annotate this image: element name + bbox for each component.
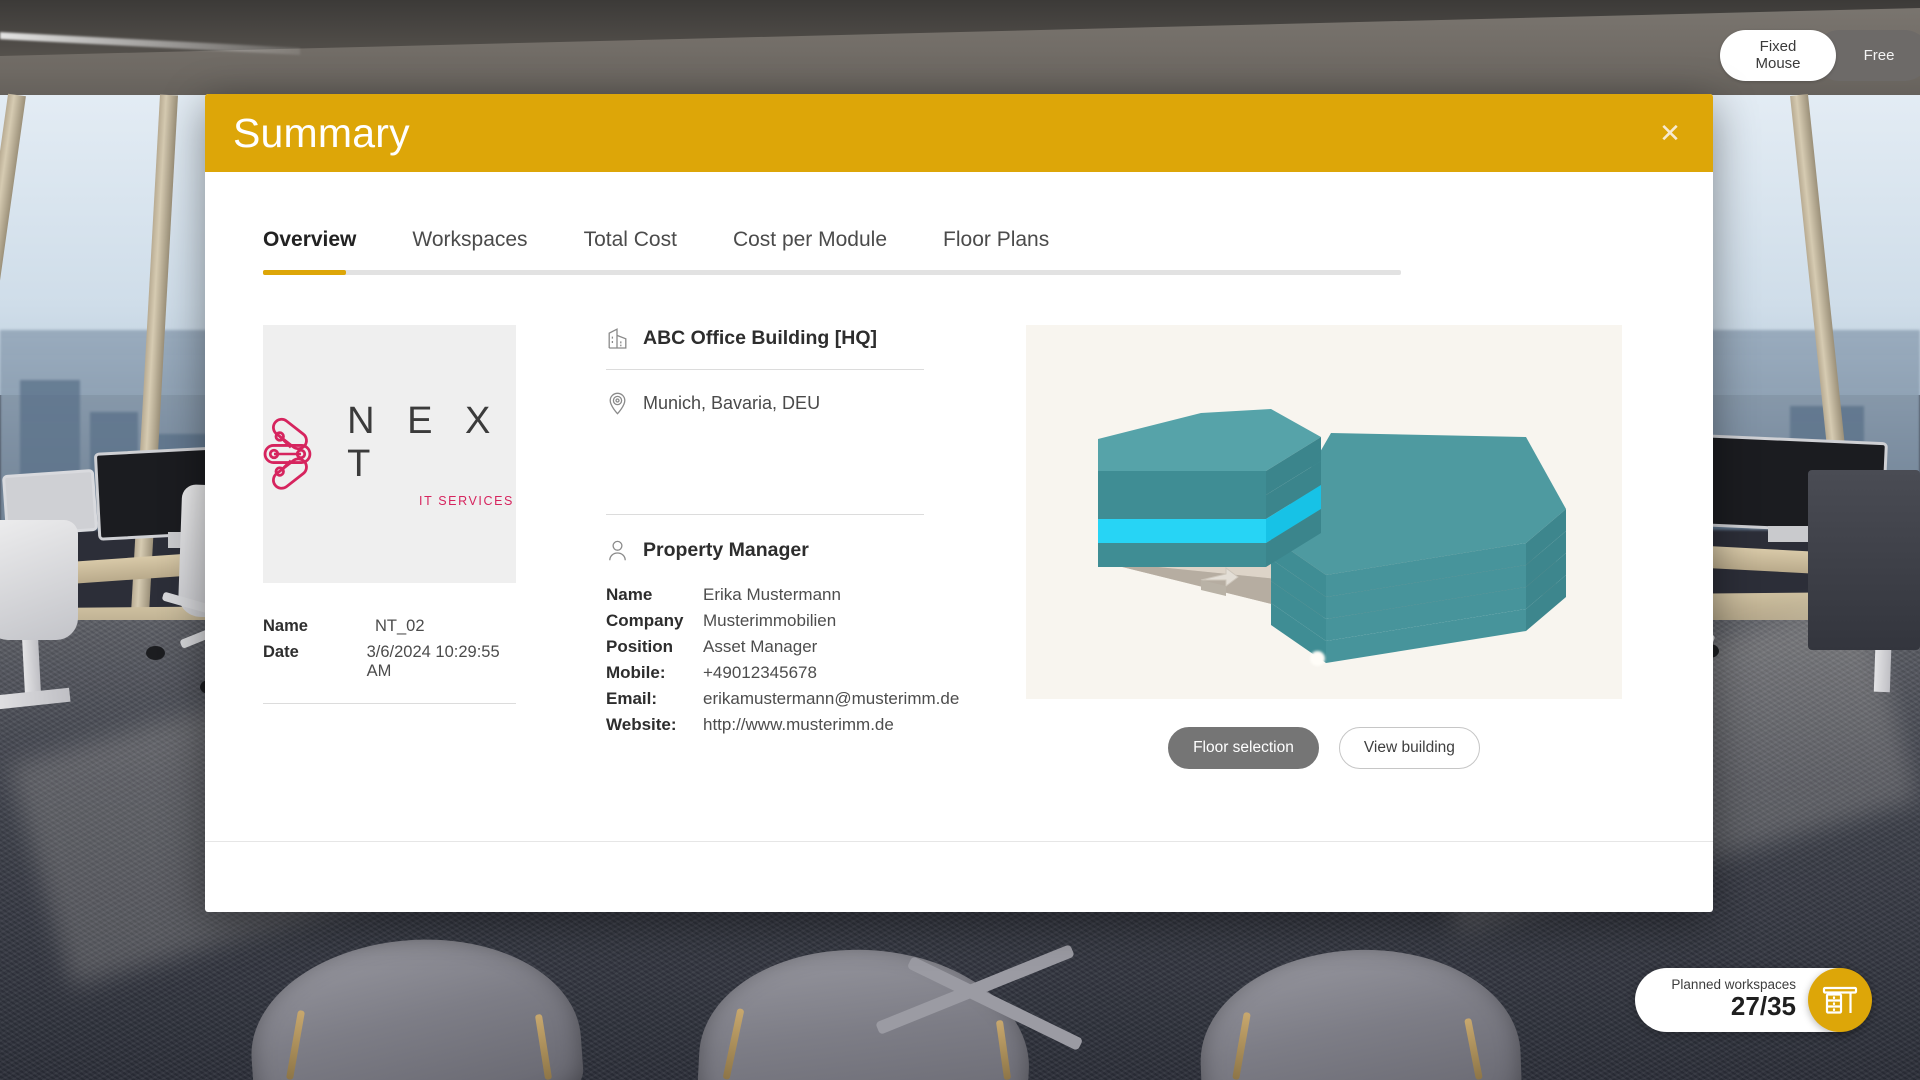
toggle-fixed-mouse-line2: Mouse bbox=[1755, 55, 1801, 73]
pm-company-value: Musterimmobilien bbox=[703, 611, 837, 630]
pm-row-company: Company Musterimmobilien bbox=[606, 611, 924, 631]
pm-row-website: Website: http://www.musterimm.de bbox=[606, 715, 924, 735]
location-text: Munich, Bavaria, DEU bbox=[643, 392, 821, 413]
pm-email-label: Email: bbox=[606, 689, 658, 708]
workspaces-label: Planned workspaces bbox=[1671, 976, 1796, 992]
pm-position-label: Position bbox=[606, 637, 674, 656]
office-chair bbox=[0, 520, 78, 640]
floor-selection-button[interactable]: Floor selection bbox=[1168, 727, 1319, 769]
pm-name-label: Name bbox=[606, 585, 653, 604]
project-date-value: 3/6/2024 10:29:55 AM bbox=[366, 643, 500, 680]
tab-workspaces[interactable]: Workspaces bbox=[412, 228, 527, 270]
toggle-fixed-mouse-line1: Fixed bbox=[1759, 38, 1797, 55]
content-footer-divider bbox=[205, 841, 1713, 842]
pm-row-mobile: Mobile: +49012345678 bbox=[606, 663, 924, 683]
project-name-value: NT_02 bbox=[375, 617, 425, 635]
summary-dialog: Summary ✕ Overview Workspaces Total Cost… bbox=[205, 94, 1713, 912]
pm-row-name: Name Erika Mustermann bbox=[606, 585, 924, 605]
project-column: N E X T IT SERVICES Name NT_02 Date 3/6/… bbox=[263, 325, 516, 769]
property-manager-heading-row: Property Manager bbox=[606, 515, 924, 563]
project-field-date: Date 3/6/2024 10:29:55 AM bbox=[263, 643, 516, 681]
property-manager-details: Name Erika Mustermann Company Musterimmo… bbox=[606, 585, 959, 735]
highlighted-floor bbox=[1098, 519, 1266, 543]
pm-company-label: Company bbox=[606, 611, 684, 630]
logo-tagline: IT SERVICES bbox=[419, 494, 514, 508]
tab-cost-per-module[interactable]: Cost per Module bbox=[733, 228, 887, 270]
tab-total-cost[interactable]: Total Cost bbox=[584, 228, 677, 270]
dialog-header: Summary ✕ bbox=[205, 94, 1713, 172]
mouse-mode-toggle[interactable]: Fixed Mouse Free bbox=[1720, 30, 1920, 81]
tab-bar: Overview Workspaces Total Cost Cost per … bbox=[263, 228, 1655, 270]
left-block bbox=[1098, 409, 1321, 567]
location-pin-icon bbox=[606, 390, 628, 416]
pm-website-value[interactable]: http://www.musterimm.de bbox=[703, 715, 894, 735]
workspaces-value: 27/35 bbox=[1730, 991, 1796, 1022]
project-field-name: Name NT_02 bbox=[263, 617, 516, 636]
pm-mobile-label: Mobile: bbox=[606, 663, 666, 682]
property-manager-heading: Property Manager bbox=[643, 538, 809, 561]
pm-row-email: Email: erikamustermann@musterimm.de bbox=[606, 689, 959, 709]
building-info-column: ABC Office Building [HQ] Munich, Bavaria… bbox=[606, 325, 959, 769]
next-logo-mark-icon bbox=[263, 417, 312, 490]
tab-active-indicator bbox=[263, 270, 346, 275]
building-name-row: ABC Office Building [HQ] bbox=[606, 325, 924, 369]
tab-underline-track bbox=[263, 270, 1401, 275]
overview-content: N E X T IT SERVICES Name NT_02 Date 3/6/… bbox=[263, 325, 1655, 769]
pm-website-label: Website: bbox=[606, 715, 677, 734]
pm-position-value: Asset Manager bbox=[703, 637, 818, 656]
planned-workspaces-badge[interactable]: Planned workspaces 27/35 bbox=[1635, 968, 1872, 1032]
building-3d-viewer[interactable] bbox=[1026, 325, 1622, 699]
pm-email-value[interactable]: erikamustermann@musterimm.de bbox=[703, 689, 959, 709]
viewer-controls: Floor selection View building bbox=[1026, 727, 1622, 769]
desk-icon[interactable] bbox=[1808, 968, 1872, 1032]
location-row: Munich, Bavaria, DEU bbox=[606, 370, 924, 436]
side-cabinet bbox=[1808, 470, 1920, 650]
pm-row-position: Position Asset Manager bbox=[606, 637, 924, 657]
project-fields: Name NT_02 Date 3/6/2024 10:29:55 AM bbox=[263, 617, 516, 681]
logo-wordmark: N E X T bbox=[347, 400, 502, 485]
building-model bbox=[1098, 409, 1566, 663]
tab-floor-plans[interactable]: Floor Plans bbox=[943, 228, 1049, 270]
viewer-column: Floor selection View building bbox=[1026, 325, 1622, 769]
view-indicator-dot bbox=[1310, 651, 1325, 666]
close-icon[interactable]: ✕ bbox=[1653, 116, 1687, 150]
view-building-button[interactable]: View building bbox=[1338, 727, 1480, 769]
person-icon bbox=[606, 537, 628, 563]
tab-overview[interactable]: Overview bbox=[263, 228, 356, 270]
toggle-fixed-mouse[interactable]: Fixed Mouse bbox=[1720, 30, 1836, 81]
pm-mobile-value: +49012345678 bbox=[703, 663, 817, 682]
company-logo: N E X T IT SERVICES bbox=[263, 325, 516, 583]
dialog-title: Summary bbox=[233, 109, 410, 156]
project-name-label: Name bbox=[263, 617, 308, 635]
building-icon bbox=[606, 325, 628, 351]
pm-name-value: Erika Mustermann bbox=[703, 585, 841, 604]
building-name: ABC Office Building [HQ] bbox=[643, 326, 877, 349]
project-date-label: Date bbox=[263, 643, 299, 661]
dialog-body: Overview Workspaces Total Cost Cost per … bbox=[205, 172, 1713, 912]
project-divider bbox=[263, 703, 516, 704]
